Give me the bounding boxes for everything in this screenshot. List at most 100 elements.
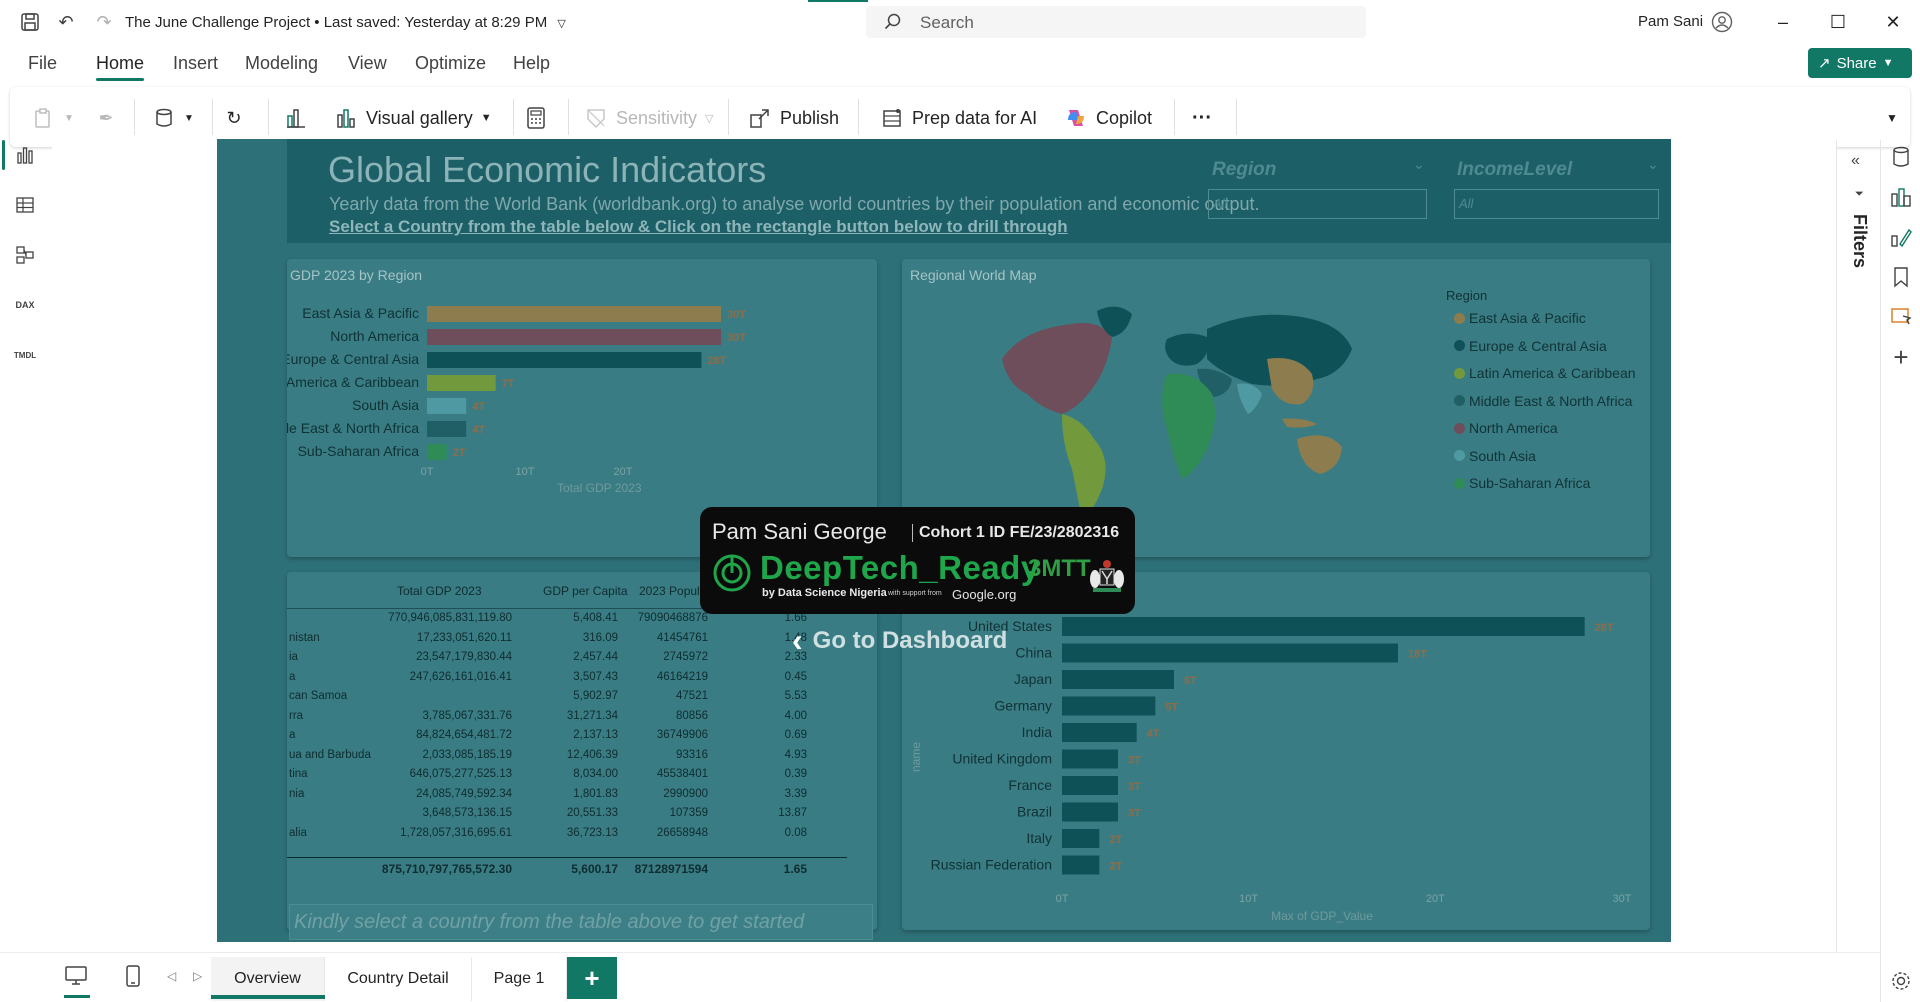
minimize-icon[interactable]: –: [1768, 8, 1798, 36]
tmdl-view-icon[interactable]: TMDL: [12, 342, 38, 368]
prep-data-button[interactable]: Prep data for AI: [880, 105, 1037, 131]
desktop-layout-icon[interactable]: [64, 965, 88, 992]
settings-gear-icon[interactable]: [1888, 968, 1914, 994]
table-row[interactable]: can Samoa 5,902.97 47521 5.53: [287, 688, 847, 707]
table-cell: 2,033,085,185.19: [422, 748, 512, 761]
th-population[interactable]: 2023 Popul: [639, 584, 700, 598]
region-slicer[interactable]: All: [1208, 189, 1427, 219]
chevron-down-icon: ▽: [705, 112, 714, 125]
undo-icon[interactable]: ↶: [54, 10, 78, 34]
share-button[interactable]: ↗ Share ▼: [1808, 48, 1912, 78]
dax-query-icon[interactable]: DAX: [12, 292, 38, 318]
table-row[interactable]: alia 1,728,057,316,695.61 36,723.13 2665894…: [287, 825, 847, 844]
top-countries-panel[interactable]: United States 28T China 18T Japan 6T Germany 5T…: [902, 572, 1650, 930]
table-cell: 23,547,179,830.44: [416, 651, 512, 663]
build-visual-icon[interactable]: [1888, 184, 1914, 210]
menu-help[interactable]: Help: [513, 53, 550, 74]
th-total-gdp[interactable]: Total GDP 2023: [397, 584, 482, 598]
table-row[interactable]: tina 646,075,277,525.13 8,034.00 45538401 0.…: [287, 766, 847, 785]
map-legend-item[interactable]: North America: [1454, 420, 1558, 436]
tab-page-1[interactable]: Page 1: [472, 957, 567, 1001]
next-page-icon[interactable]: ▷: [193, 969, 202, 983]
map-legend-item[interactable]: Latin America & Caribbean: [1454, 365, 1636, 381]
add-pane-icon[interactable]: +: [1888, 342, 1914, 372]
publish-button[interactable]: Publish: [748, 105, 839, 131]
map-legend-item[interactable]: Sub-Saharan Africa: [1454, 475, 1590, 491]
close-icon[interactable]: ✕: [1878, 8, 1908, 36]
menu-insert[interactable]: Insert: [173, 53, 218, 74]
table-cell: 20,551.33: [566, 807, 618, 819]
user-avatar-icon[interactable]: [1710, 10, 1734, 34]
quick-measure-button[interactable]: [524, 105, 548, 131]
new-visual-button[interactable]: [284, 105, 308, 131]
paste-button[interactable]: ▼: [32, 105, 74, 131]
refresh-button[interactable]: ↻: [222, 105, 246, 131]
nigeria-coat-of-arms-icon: [1090, 560, 1124, 592]
region-axis-tick: 10T: [516, 466, 535, 478]
country-bar-value: 2T: [1109, 861, 1122, 873]
save-icon[interactable]: [18, 10, 42, 34]
country-table-panel[interactable]: Total GDP 2023 GDP per Capita 2023 Popul…: [287, 572, 877, 930]
filters-label[interactable]: Filters: [1849, 214, 1870, 268]
bookmark-icon[interactable]: [1888, 264, 1914, 290]
region-bar-label: Sub-Saharan Africa: [298, 443, 420, 459]
ribbon-expand-icon[interactable]: ▼: [1886, 105, 1898, 131]
model-view-icon[interactable]: [12, 242, 38, 268]
country-bar: [1062, 855, 1100, 875]
menu-modeling[interactable]: Modeling: [245, 53, 318, 74]
table-cell: 646,075,277,525.13: [409, 768, 512, 780]
maximize-icon[interactable]: ☐: [1823, 8, 1853, 36]
search-input[interactable]: Search: [866, 6, 1366, 38]
country-bar: [1062, 749, 1118, 769]
region-bar: [427, 398, 467, 414]
table-row[interactable]: ia 23,547,179,830.44 2,457.44 2745972 2.33: [287, 649, 847, 668]
table-cell: 3,785,067,331.76: [422, 709, 512, 722]
report-view-icon[interactable]: [12, 142, 38, 168]
legend-dot: [1454, 422, 1465, 434]
format-visual-icon[interactable]: [1888, 224, 1914, 250]
prev-page-icon[interactable]: ◁: [167, 969, 176, 983]
sensitivity-button: Sensitivity ▽: [584, 105, 714, 131]
table-view-icon[interactable]: [12, 192, 38, 218]
search-icon: [884, 13, 901, 30]
map-legend-item[interactable]: East Asia & Pacific: [1454, 310, 1586, 326]
table-row[interactable]: nistan 17,233,051,620.11 316.09 41454761 1.4…: [287, 630, 847, 649]
table-row[interactable]: a 84,824,654,481.72 2,137.13 36749906 0.69: [287, 727, 847, 746]
table-row[interactable]: 3,648,573,136.15 20,551.33 107359 13.87: [287, 805, 847, 824]
go-to-dashboard-button[interactable]: ‹ Go to Dashboard: [792, 622, 1007, 659]
map-legend-item[interactable]: South Asia: [1454, 448, 1536, 464]
income-slicer[interactable]: All: [1454, 189, 1659, 219]
add-page-button[interactable]: +: [567, 957, 617, 999]
table-row[interactable]: a 247,626,161,016.41 3,507.43 46164219 0.45: [287, 669, 847, 688]
tab-country-detail[interactable]: Country Detail: [325, 957, 472, 1001]
copilot-button[interactable]: Copilot: [1064, 105, 1152, 131]
table-row[interactable]: ua and Barbuda 2,033,085,185.19 12,406.39 9…: [287, 747, 847, 766]
more-options-button[interactable]: ···: [1192, 105, 1212, 131]
document-title[interactable]: The June Challenge Project • Last saved:…: [125, 14, 566, 31]
badge-program: DeepTech_Ready: [760, 549, 1040, 586]
view-switcher: DAX TMDL: [0, 140, 50, 940]
menu-file[interactable]: File: [28, 53, 57, 74]
ribbon-toolbar: ▼ ✒ ▼ ↻ Visual gallery ▼ Sensitivity ▽ P…: [10, 87, 1910, 147]
selection-pane-icon[interactable]: [1888, 302, 1914, 328]
th-gdp-per-capita[interactable]: GDP per Capita: [543, 584, 628, 598]
table-row[interactable]: rra 3,785,067,331.76 31,271.34 80856 4.00: [287, 708, 847, 727]
menu-optimize[interactable]: Optimize: [415, 53, 486, 74]
user-name[interactable]: Pam Sani: [1638, 13, 1703, 30]
country-axis-tick: 20T: [1426, 893, 1445, 905]
format-painter-button[interactable]: ✒: [94, 105, 118, 131]
table-cell: 84,824,654,481.72: [416, 729, 512, 741]
mobile-layout-icon[interactable]: [125, 964, 141, 993]
map-legend-item[interactable]: Europe & Central Asia: [1454, 338, 1607, 354]
country-axis-tick: 0T: [1056, 893, 1069, 905]
map-legend-item[interactable]: Middle East & North Africa: [1454, 393, 1632, 409]
get-data-button[interactable]: ▼: [152, 105, 194, 131]
menu-view[interactable]: View: [348, 53, 387, 74]
collapse-filters-icon[interactable]: «: [1851, 152, 1860, 170]
data-pane-icon[interactable]: [1888, 144, 1914, 170]
menu-home[interactable]: Home: [96, 53, 144, 74]
drill-through-button[interactable]: Kindly select a country from the table a…: [289, 904, 873, 940]
visual-gallery-button[interactable]: Visual gallery ▼: [334, 105, 492, 131]
ribbon-divider: [134, 99, 135, 135]
table-row[interactable]: nia 24,085,749,592.34 1,801.83 2990900 3.39: [287, 786, 847, 805]
